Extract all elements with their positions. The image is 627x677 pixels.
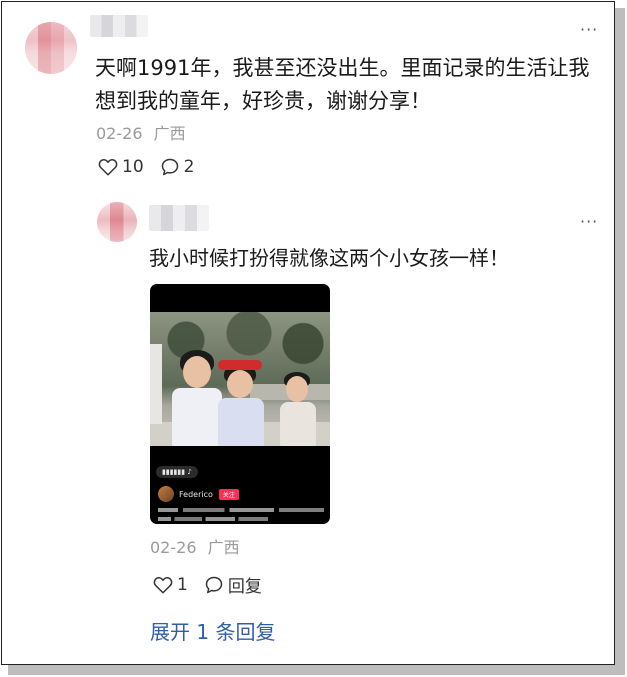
comment-reply-count: 2: [183, 157, 195, 177]
replier-avatar[interactable]: [97, 202, 137, 242]
replier-name-blurred[interactable]: [149, 205, 209, 231]
expand-replies-link[interactable]: 展开 1 条回复: [150, 619, 275, 645]
comment-bubble-icon: [205, 576, 223, 593]
video-creator[interactable]: Federico 关注: [158, 486, 239, 502]
video-thumbnail[interactable]: ▮▮▮▮▮▮ ♪ Federico 关注: [150, 284, 330, 524]
commenter-name-blurred[interactable]: [90, 15, 148, 37]
video-frame: [150, 312, 330, 446]
comment-text: 天啊1991年，我甚至还没出生。里面记录的生活让我想到我的童年，好珍贵，谢谢分享…: [95, 56, 590, 113]
comment-reply-button[interactable]: 2: [160, 157, 195, 177]
reply-reply-label: 回复: [227, 577, 262, 597]
comment-like-button[interactable]: 10: [98, 157, 144, 177]
reply-actions: 1 回复: [153, 572, 262, 597]
reply-meta: 02-26 广西: [150, 538, 240, 558]
heart-icon: [153, 576, 173, 594]
video-tag-pill[interactable]: ▮▮▮▮▮▮ ♪: [156, 466, 198, 478]
video-creator-name: Federico: [179, 489, 213, 499]
reply-text: 我小时候打扮得就像这两个小女孩一样！: [149, 246, 509, 270]
video-creator-avatar: [158, 486, 174, 502]
reply-reply-button[interactable]: 回复: [204, 572, 262, 597]
comment-panel: ··· 天啊1991年，我甚至还没出生。里面记录的生活让我想到我的童年，好珍贵，…: [1, 1, 615, 665]
commenter-avatar[interactable]: [25, 22, 77, 74]
comment-like-count: 10: [122, 157, 144, 177]
video-follow-button[interactable]: 关注: [218, 488, 239, 500]
comment-date: 02-26: [96, 124, 143, 143]
comment-more-ellipsis-icon[interactable]: ···: [580, 22, 598, 38]
video-caption-blurred: [158, 508, 324, 524]
video-figure-edge: [150, 344, 162, 424]
comment-actions: 10 2: [98, 157, 194, 177]
comment-bubble-icon: [161, 158, 178, 176]
comment-meta: 02-26 广西: [96, 124, 186, 144]
reply-like-count: 1: [177, 574, 188, 595]
reply-like-button[interactable]: 1: [153, 575, 188, 595]
reply-location: 广西: [207, 538, 240, 557]
reply-more-ellipsis-icon[interactable]: ···: [580, 214, 598, 230]
heart-icon: [98, 159, 118, 176]
reply-date: 02-26: [150, 538, 197, 557]
comment-location: 广西: [153, 124, 186, 143]
